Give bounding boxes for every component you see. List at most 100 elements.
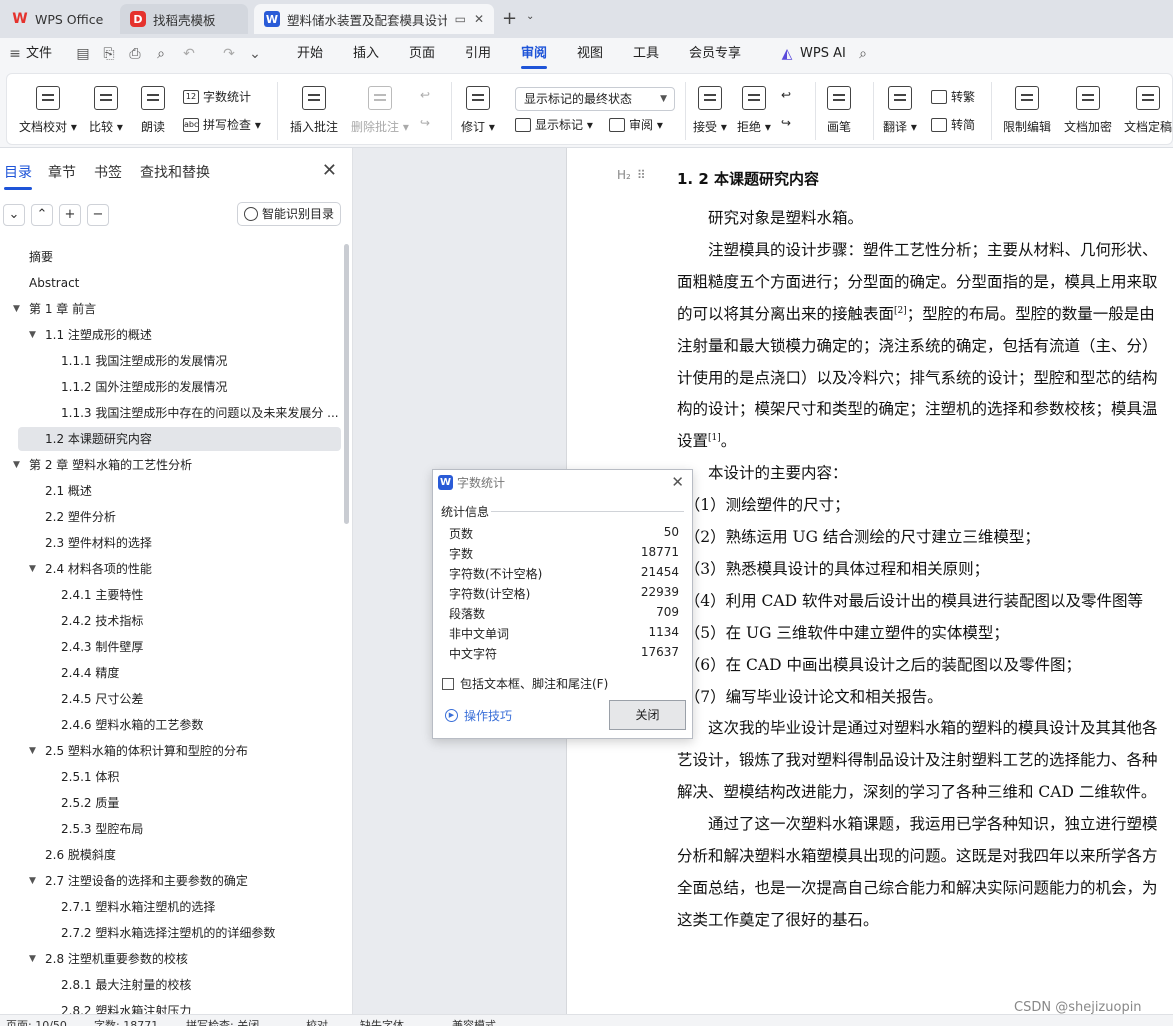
undo-icon[interactable]: ↶	[180, 45, 198, 63]
status-proof[interactable]: 校对	[306, 1017, 328, 1026]
menu-insert[interactable]: 插入	[353, 38, 379, 70]
close-tab-icon[interactable]: ✕	[474, 12, 484, 26]
tab-document[interactable]: W 塑料储水装置及配套模具设计 ▭ ✕	[254, 4, 494, 34]
accept-button[interactable]: 接受 ▾	[693, 86, 727, 135]
toc-item[interactable]: 2.3 塑件材料的选择	[45, 531, 152, 555]
translate-button[interactable]: 翻译 ▾	[883, 86, 917, 135]
insert-comment-button[interactable]: 插入批注	[290, 86, 338, 135]
toc-item-selected[interactable]: 1.2 本课题研究内容	[18, 427, 341, 451]
expand-arrow-icon[interactable]: ▼	[13, 453, 20, 477]
add-heading-button[interactable]: +	[59, 204, 81, 226]
doc-finalize-button[interactable]: 文档定稿	[1124, 86, 1172, 135]
print-icon[interactable]: ⎙	[126, 45, 144, 63]
previous-change-icon[interactable]: ↩	[781, 88, 791, 102]
dialog-title-bar[interactable]: W 字数统计	[433, 470, 692, 496]
toc-item[interactable]: 2.2 塑件分析	[45, 505, 116, 529]
read-aloud-button[interactable]: 朗读	[141, 86, 165, 135]
toc-item[interactable]: 2.4.2 技术指标	[61, 609, 143, 633]
restrict-edit-button[interactable]: 限制编辑	[1003, 86, 1051, 135]
close-button[interactable]: 关闭	[609, 700, 686, 730]
toc-item[interactable]: 2.7.2 塑料水箱选择注塑机的的详细参数	[61, 921, 275, 945]
close-icon[interactable]: ✕	[671, 473, 684, 491]
expand-arrow-icon[interactable]: ▼	[29, 739, 36, 763]
toc-item[interactable]: ▼ 2.4 材料各项的性能	[29, 557, 152, 581]
delete-comment-button[interactable]: 删除批注 ▾	[351, 86, 409, 135]
doc-proof-button[interactable]: 文档校对 ▾	[19, 86, 77, 135]
toc-item[interactable]: 2.4.4 精度	[61, 661, 119, 685]
expand-up-button[interactable]: ⌃	[31, 204, 53, 226]
tab-find-replace[interactable]: 查找和替换	[140, 162, 210, 182]
expand-arrow-icon[interactable]: ▼	[13, 297, 20, 321]
to-traditional-button[interactable]: 转繁	[931, 88, 975, 105]
toc-item[interactable]: 2.4.6 塑料水箱的工艺参数	[61, 713, 203, 737]
include-textbox-checkbox[interactable]: 包括文本框、脚注和尾注(F)	[442, 675, 608, 692]
status-words[interactable]: 字数: 18771	[94, 1017, 158, 1026]
tab-wps-office[interactable]: W WPS Office	[2, 4, 114, 34]
toc-item[interactable]: ▼ 1.1 注塑成形的概述	[29, 323, 152, 347]
toc-item[interactable]: 2.4.5 尺寸公差	[61, 687, 143, 711]
new-tab-icon[interactable]: +	[502, 8, 517, 29]
menu-wps-ai[interactable]: WPS AI	[800, 38, 846, 70]
menu-file[interactable]: 文件	[26, 38, 52, 70]
export-icon[interactable]: ⎘	[100, 45, 118, 63]
smart-toc-button[interactable]: 智能识别目录	[237, 202, 341, 226]
spell-check-button[interactable]: abc 拼写检查 ▾	[183, 116, 261, 133]
print-preview-icon[interactable]: ⌕	[152, 45, 170, 63]
chevron-down-icon[interactable]: ⌄	[246, 45, 264, 63]
to-simplified-button[interactable]: 转简	[931, 116, 975, 133]
next-comment-icon[interactable]: ↪	[420, 116, 430, 130]
toc-item[interactable]: 2.6 脱模斜度	[45, 843, 116, 867]
toc-item[interactable]: 2.8.1 最大注射量的校核	[61, 973, 191, 997]
track-changes-button[interactable]: 修订 ▾	[461, 86, 495, 135]
next-change-icon[interactable]: ↪	[781, 116, 791, 130]
drag-handle-icon[interactable]: ⠿	[637, 168, 646, 182]
toc-item[interactable]: 2.5.3 型腔布局	[61, 817, 143, 841]
doc-encrypt-button[interactable]: 文档加密	[1064, 86, 1112, 135]
toc-item[interactable]: 1.1.1 我国注塑成形的发展情况	[61, 349, 227, 373]
word-count-button[interactable]: 12 字数统计	[183, 88, 251, 105]
expand-arrow-icon[interactable]: ▼	[29, 869, 36, 893]
toc-item[interactable]: ▼ 2.7 注塑设备的选择和主要参数的确定	[29, 869, 248, 893]
tab-bookmarks[interactable]: 书签	[94, 162, 122, 182]
search-icon[interactable]: ⌕	[854, 45, 872, 63]
status-page[interactable]: 页面: 10/50	[6, 1017, 67, 1026]
toc-item[interactable]: 2.5.1 体积	[61, 765, 119, 789]
tab-template-store[interactable]: D 找稻壳模板	[120, 4, 248, 34]
expand-arrow-icon[interactable]: ▼	[29, 323, 36, 347]
compare-button[interactable]: 比较 ▾	[89, 86, 123, 135]
status-spell[interactable]: 拼写检查: 关闭	[186, 1017, 259, 1026]
menu-references[interactable]: 引用	[465, 38, 491, 70]
status-missing-font[interactable]: 缺失字体	[360, 1017, 404, 1026]
menu-page[interactable]: 页面	[409, 38, 435, 70]
menu-tools[interactable]: 工具	[633, 38, 659, 70]
previous-comment-icon[interactable]: ↩	[420, 88, 430, 102]
menu-review[interactable]: 审阅	[521, 38, 548, 70]
redo-icon[interactable]: ↷	[220, 45, 238, 63]
collapse-all-button[interactable]: ⌄	[3, 204, 25, 226]
pen-button[interactable]: 画笔	[827, 86, 851, 135]
menu-view[interactable]: 视图	[577, 38, 603, 70]
toc-item[interactable]: 2.7.1 塑料水箱注塑机的选择	[61, 895, 215, 919]
tab-toc[interactable]: 目录	[4, 162, 32, 190]
citation-marker[interactable]: [1]	[708, 433, 721, 443]
review-pane-button[interactable]: 审阅 ▾	[609, 116, 663, 133]
hamburger-icon[interactable]: ≡	[6, 45, 24, 63]
show-markup-button[interactable]: 显示标记 ▾	[515, 116, 593, 133]
heading-level-marker[interactable]: H₂ ⠿	[617, 168, 646, 182]
toc-item[interactable]: 2.4.1 主要特性	[61, 583, 143, 607]
expand-arrow-icon[interactable]: ▼	[29, 557, 36, 581]
toc-item[interactable]: 2.1 概述	[45, 479, 92, 503]
menu-home[interactable]: 开始	[297, 38, 323, 70]
expand-arrow-icon[interactable]: ▼	[29, 947, 36, 971]
checkbox-box[interactable]	[442, 677, 454, 690]
toc-item[interactable]: ▼ 2.8 注塑机重要参数的校核	[29, 947, 188, 971]
markup-state-select[interactable]: 显示标记的最终状态 ▼	[515, 87, 675, 111]
citation-marker[interactable]: [2]	[894, 306, 907, 316]
chevron-down-icon[interactable]: ⌄	[526, 11, 534, 22]
toc-item[interactable]: 摘要	[29, 245, 53, 269]
remove-heading-button[interactable]: −	[87, 204, 109, 226]
toc-item[interactable]: 2.8.2 塑料水箱注射压力	[61, 999, 191, 1014]
toc-item[interactable]: 2.5.2 质量	[61, 791, 119, 815]
toc-scrollbar[interactable]	[344, 244, 349, 524]
tab-chapters[interactable]: 章节	[48, 162, 76, 182]
